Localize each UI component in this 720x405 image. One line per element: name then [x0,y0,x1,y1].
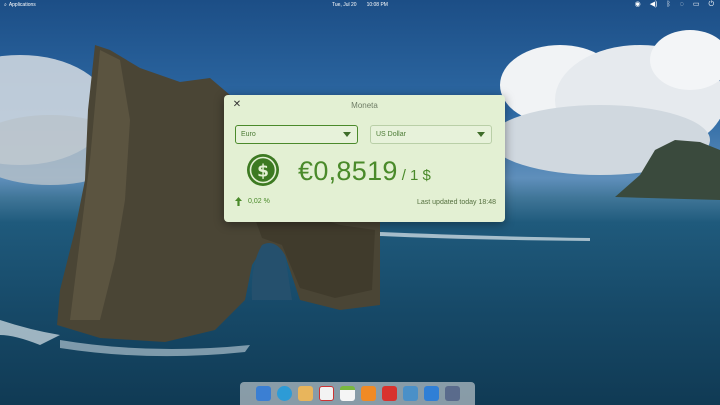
network-icon[interactable]: ◉ [635,0,641,10]
files-icon[interactable] [255,386,271,401]
dollar-coin-icon: $ [247,154,279,186]
applications-menu[interactable]: ⌕ Applications [4,0,36,10]
last-updated-label: Last updated today 18:48 [416,199,496,206]
bluetooth-icon[interactable]: ᛒ [666,0,670,10]
power-icon[interactable]: ⏻ [708,0,714,10]
battery-icon[interactable]: ▭ [693,0,700,10]
tasks-icon[interactable] [318,386,334,401]
videos-icon[interactable] [381,386,397,401]
settings-icon[interactable] [444,386,460,401]
chevron-down-icon [477,132,485,137]
system-tray: ◉ ◀) ᛒ ◌ ▭ ⏻ [635,0,714,10]
date-label: Tue, Jul 20 [332,2,357,8]
to-currency-select[interactable]: US Dollar [370,125,492,144]
window-title: Moneta [351,101,378,110]
mail-icon[interactable] [297,386,313,401]
search-icon: ⌕ [4,2,7,8]
arrow-up-icon [235,197,242,206]
rate-amount: €0,8519 [298,156,398,186]
notifications-icon[interactable]: ◌ [680,0,684,10]
from-currency-value: Euro [241,131,256,138]
chevron-down-icon [343,132,351,137]
calendar-icon[interactable] [339,386,355,401]
applications-label: Applications [8,2,36,8]
top-panel: ⌕ Applications Tue, Jul 20 10:08 PM ◉ ◀)… [0,0,720,10]
svg-text:$: $ [257,162,269,182]
volume-icon[interactable]: ◀) [650,0,658,10]
titlebar[interactable]: ✕ Moneta [224,95,505,117]
rate-unit: / 1 $ [401,167,431,184]
browser-icon[interactable] [276,386,292,401]
to-currency-value: US Dollar [376,131,406,138]
music-icon[interactable] [360,386,376,401]
rate-change-value: 0,02 % [248,198,270,205]
dock [240,382,475,405]
photos-icon[interactable] [402,386,418,401]
from-currency-select[interactable]: Euro [235,125,358,144]
moneta-window: ✕ Moneta Euro US Dollar $ €0,8519/ 1 $ 0… [224,95,505,222]
app-center-icon[interactable] [423,386,439,401]
date-time-indicator[interactable]: Tue, Jul 20 10:08 PM [332,0,388,10]
time-label: 10:08 PM [366,2,388,8]
rate-change: 0,02 % [235,197,270,206]
exchange-rate: €0,8519/ 1 $ [298,156,431,187]
